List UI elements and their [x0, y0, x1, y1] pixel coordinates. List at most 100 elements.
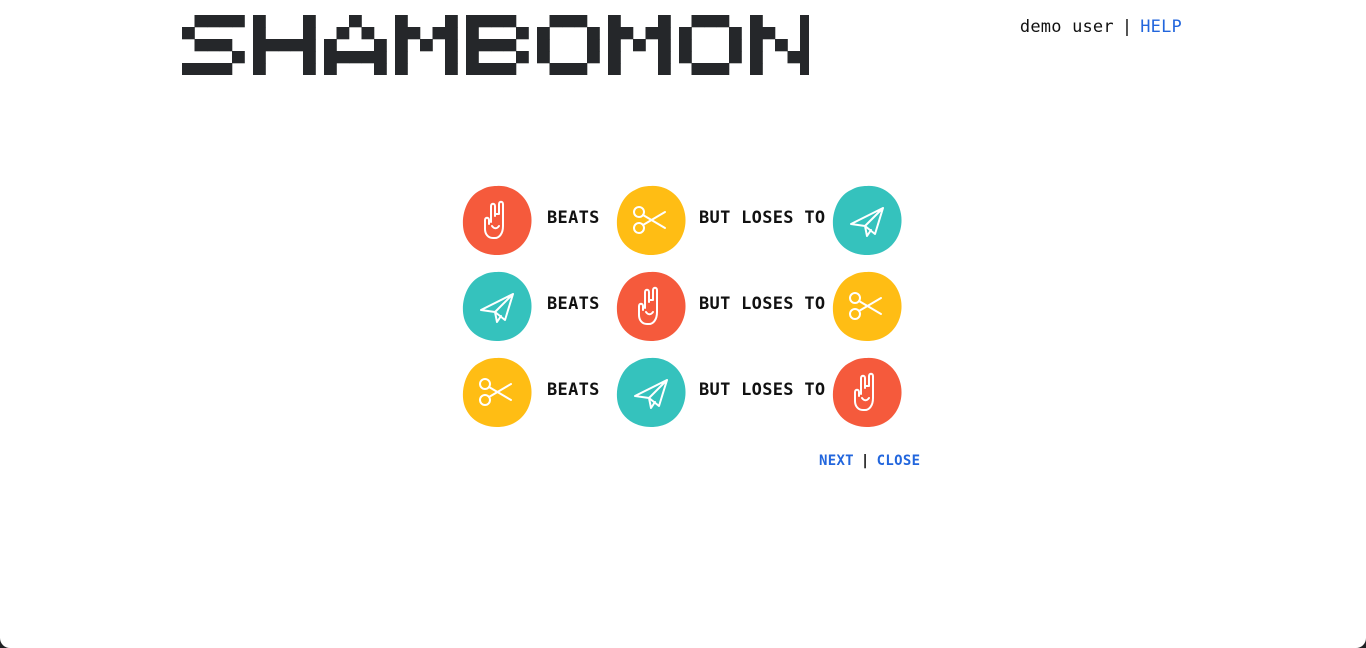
logo-pixel — [762, 27, 776, 40]
loses-to-label: BUT LOSES TO — [699, 294, 826, 314]
logo-pixel — [491, 39, 504, 52]
logo-pixel — [219, 39, 233, 52]
game-page: demo user | HELP BEATS BUT LOSES TO BEATS … — [0, 0, 1366, 648]
logo-pixel — [445, 51, 458, 64]
logo-pixel — [290, 39, 304, 52]
logo-pixel — [407, 27, 421, 40]
logo-pixel — [253, 27, 266, 40]
logo-pixel — [374, 39, 387, 52]
logo-pixel — [395, 63, 408, 75]
user-name: demo user — [1019, 17, 1114, 37]
logo-pixel — [800, 51, 809, 64]
logo-pixel — [478, 15, 492, 28]
logo-pixel — [658, 39, 671, 52]
rock-hand-icon — [831, 356, 903, 428]
nav-separator: | — [1121, 17, 1133, 37]
logo-pixel — [750, 63, 763, 75]
close-button[interactable]: CLOSE — [877, 453, 921, 469]
scissors-icon — [615, 184, 687, 256]
window-corner — [1356, 638, 1366, 648]
logo-pixel — [432, 27, 446, 40]
window-corner — [0, 638, 10, 648]
logo-pixel — [253, 39, 266, 52]
next-button[interactable]: NEXT — [819, 453, 854, 469]
logo-pixel — [537, 51, 550, 64]
logo-pixel — [608, 27, 621, 40]
scissors-icon — [831, 270, 903, 342]
logo-pixel — [729, 27, 742, 40]
logo-pixel — [303, 27, 316, 40]
shambomon-logo — [182, 15, 809, 75]
logo-pixel — [750, 51, 763, 64]
logo-pixel — [420, 39, 433, 52]
logo-pixel — [303, 15, 316, 28]
logo-pixel — [587, 39, 600, 52]
logo-pixel — [679, 27, 692, 40]
logo-pixel — [633, 39, 646, 52]
logo-pixel — [349, 51, 362, 64]
logo-pixel — [503, 39, 517, 52]
logo-pixel — [466, 15, 479, 28]
logo-pixel — [574, 63, 588, 75]
logo-pixel — [324, 39, 337, 52]
logo-pixel — [716, 63, 730, 75]
pager-separator: | — [860, 453, 870, 469]
paper-plane-icon — [615, 356, 687, 428]
logo-pixel — [253, 15, 266, 28]
logo-pixel — [207, 39, 220, 52]
logo-pixel — [562, 15, 575, 28]
loses-to-label: BUT LOSES TO — [699, 208, 826, 228]
logo-pixel — [658, 15, 671, 28]
paper-plane-icon — [461, 270, 533, 342]
logo-pixel — [750, 39, 763, 52]
logo-pixel — [194, 15, 208, 28]
logo-pixel — [336, 51, 350, 64]
user-nav: demo user | HELP — [1020, 16, 1182, 38]
logo-pixel — [549, 63, 563, 75]
logo-pixel — [562, 63, 575, 75]
logo-pixel — [349, 15, 362, 28]
logo-pixel — [645, 27, 659, 40]
logo-pixel — [478, 39, 492, 52]
logo-pixel — [303, 63, 316, 75]
logo-pixel — [445, 27, 458, 40]
logo-pixel — [516, 51, 529, 64]
logo-pixel — [253, 63, 266, 75]
logo-pixel — [750, 15, 763, 28]
logo-pixel — [620, 27, 634, 40]
scissors-icon — [461, 356, 533, 428]
logo-pixel — [395, 15, 408, 28]
logo-pixel — [374, 51, 387, 64]
logo-pixel — [729, 39, 742, 52]
logo-pixel — [361, 51, 375, 64]
logo-pixel — [466, 63, 479, 75]
logo-pixel — [679, 39, 692, 52]
logo-pixel — [219, 63, 233, 75]
logo-pixel — [537, 27, 550, 40]
logo-pixel — [716, 15, 730, 28]
logo-pixel — [265, 39, 279, 52]
logo-pixel — [232, 15, 245, 28]
logo-pixel — [336, 27, 350, 40]
help-link[interactable]: HELP — [1140, 17, 1182, 37]
logo-pixel — [658, 63, 671, 75]
logo-pixel — [278, 39, 291, 52]
logo-pixel — [800, 63, 809, 75]
logo-pixel — [704, 15, 717, 28]
logo-pixel — [324, 63, 337, 75]
logo-pixel — [324, 51, 337, 64]
logo-pixel — [182, 63, 195, 75]
logo-pixel — [491, 63, 504, 75]
logo-pixel — [207, 63, 220, 75]
logo-pixel — [466, 27, 479, 40]
logo-pixel — [691, 63, 705, 75]
logo-pixel — [608, 51, 621, 64]
logo-pixel — [207, 15, 220, 28]
logo-pixel — [503, 15, 517, 28]
rock-hand-icon — [461, 184, 533, 256]
logo-pixel — [800, 15, 809, 28]
logo-pixel — [787, 51, 801, 64]
logo-pixel — [395, 27, 408, 40]
logo-pixel — [800, 27, 809, 40]
logo-pixel — [445, 63, 458, 75]
